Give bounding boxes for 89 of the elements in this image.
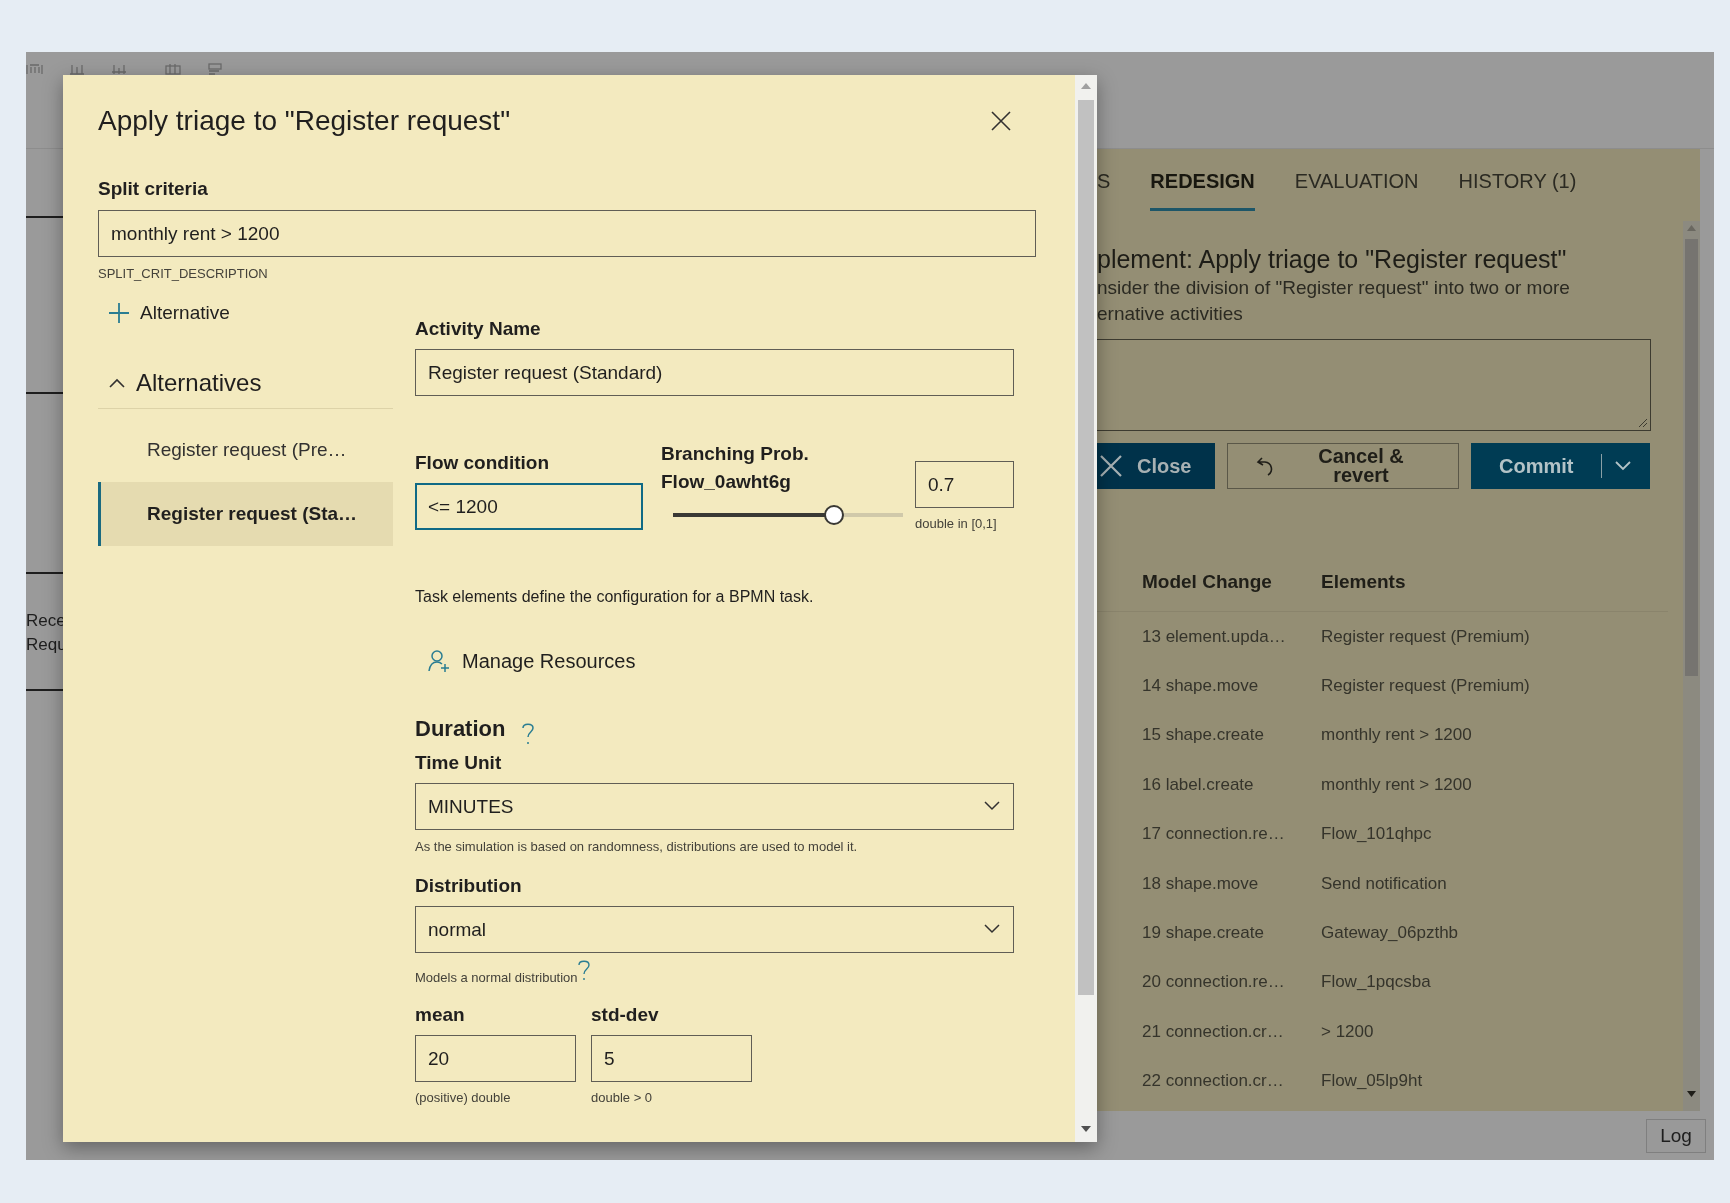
info-text: Task elements define the configuration for a BPMN task.	[415, 587, 815, 607]
toolbar-icon	[68, 62, 86, 76]
table-cell-text: Flow_05lp9ht	[1320, 1070, 1424, 1093]
resize-grip-icon	[1638, 418, 1648, 428]
column-header: Elements	[1320, 553, 1668, 612]
table-cell: 13 element.upda…	[1097, 611, 1320, 662]
field-label: Flow_0awht6g	[661, 470, 792, 494]
toolbar-icon	[206, 62, 224, 76]
table-cell-text: 14 shape.move	[1141, 675, 1260, 698]
table-cell-text: 17 connection.re…	[1141, 823, 1286, 846]
tab[interactable]: REDESIGN	[1150, 149, 1255, 211]
scrollbar[interactable]	[1683, 221, 1700, 1111]
table-cell-text: 21 connection.cr…	[1141, 1020, 1285, 1043]
field-hint: double > 0	[591, 1089, 654, 1107]
panel-description: ernative activities	[1097, 302, 1244, 326]
scroll-up-icon	[1687, 225, 1696, 231]
section-heading: Duration	[415, 716, 506, 742]
select-field[interactable]: MINUTES	[415, 783, 1014, 830]
field-label: Flow condition	[415, 451, 551, 475]
input-field[interactable]: 5	[591, 1035, 752, 1082]
toolbar-icon	[164, 62, 182, 76]
table-cell-text: Flow_1pqcsba	[1320, 971, 1432, 994]
field-hint: (positive) double	[415, 1089, 512, 1107]
tab[interactable]: HISTORY (1)	[1458, 149, 1577, 211]
table-cell-text: Gateway_06pzthb	[1320, 922, 1460, 945]
field-label: Distribution	[415, 874, 523, 898]
chevron-down-icon	[983, 923, 1001, 935]
help-icon	[521, 721, 536, 745]
chevron-up-icon	[108, 376, 126, 389]
help-icon	[577, 959, 590, 981]
select-field[interactable]: normal	[415, 906, 1014, 953]
dialog-title: Apply triage to "Register request"	[98, 104, 511, 138]
alternative-item[interactable]: Register request (Sta…	[98, 482, 393, 546]
table-cell-text: Register request (Premium)	[1320, 675, 1531, 698]
scroll-down-icon	[1687, 1091, 1696, 1097]
table-cell-text: 18 shape.move	[1141, 872, 1260, 895]
table-cell-text: 20 connection.re…	[1141, 971, 1286, 994]
person-add-icon	[428, 649, 450, 673]
panel-heading: plement: Apply triage to "Register request"	[1097, 244, 1568, 275]
table-cell-text: 15 shape.create	[1141, 724, 1265, 747]
input-field[interactable]: 0.7	[915, 461, 1014, 508]
field-hint: double in [0,1]	[915, 515, 998, 533]
alternative-item[interactable]: Register request (Pre…	[98, 418, 393, 482]
field-hint: Models a normal distribution	[415, 969, 578, 987]
close-icon	[991, 111, 1011, 131]
panel-description: nsider the division of "Register request" into two or more	[1097, 276, 1571, 300]
comment-field[interactable]	[1097, 339, 1651, 431]
probability-slider[interactable]	[673, 505, 903, 525]
close-button[interactable]	[991, 111, 1011, 131]
table-cell-text: Flow_101qhpc	[1320, 823, 1433, 846]
table-cell-text: Send notification	[1320, 872, 1448, 895]
field-hint: As the simulation is based on randomness, distributions are used to model it.	[415, 838, 859, 856]
field-label: Time Unit	[415, 751, 503, 775]
toolbar-icon	[26, 62, 44, 76]
table-cell-text: > 1200	[1320, 1020, 1375, 1043]
manage-resources-button[interactable]: Manage Resources	[415, 641, 636, 681]
field-label: mean	[415, 1003, 466, 1027]
table-cell: Register request (Premium)	[1320, 611, 1668, 662]
toolbar-icon	[110, 62, 128, 76]
scrollbar[interactable]	[1075, 75, 1097, 1142]
commit-button[interactable]: Commit	[1471, 443, 1650, 489]
plus-icon	[108, 302, 130, 324]
close-icon	[1099, 454, 1123, 478]
input-field[interactable]: <= 1200	[415, 483, 643, 530]
field-label: Split criteria	[98, 177, 209, 201]
cancel-revert-button[interactable]: Cancel & revert	[1227, 443, 1459, 489]
field-description: SPLIT_CRIT_DESCRIPTION	[98, 265, 269, 283]
scroll-up-icon	[1081, 83, 1091, 89]
field-label: std-dev	[591, 1003, 660, 1027]
scroll-down-icon	[1081, 1126, 1091, 1132]
table-cell-text: monthly rent > 1200	[1320, 724, 1473, 747]
close-button[interactable]: Close	[1097, 443, 1215, 489]
input-field[interactable]: Register request (Standard)	[415, 349, 1014, 396]
table-cell-text: 16 label.create	[1141, 773, 1255, 796]
table-cell-text: 22 connection.cr…	[1141, 1070, 1285, 1093]
field-label: Branching Prob.	[661, 442, 810, 466]
tab[interactable]: S	[1097, 149, 1111, 211]
chevron-down-icon	[1614, 460, 1633, 472]
input-field[interactable]: monthly rent > 1200	[98, 210, 1036, 257]
chevron-down-icon	[983, 800, 1001, 812]
field-label: Activity Name	[415, 317, 542, 341]
table-cell-text: monthly rent > 1200	[1320, 773, 1473, 796]
log-button[interactable]: Log	[1646, 1118, 1706, 1153]
alternatives-header[interactable]: Alternatives	[98, 357, 393, 409]
table-cell-text: 19 shape.create	[1141, 922, 1265, 945]
input-field[interactable]: 20	[415, 1035, 576, 1082]
add-alternative-button[interactable]: Alternative	[98, 291, 230, 335]
slider-thumb[interactable]	[824, 505, 844, 525]
tab[interactable]: EVALUATION	[1294, 149, 1419, 211]
